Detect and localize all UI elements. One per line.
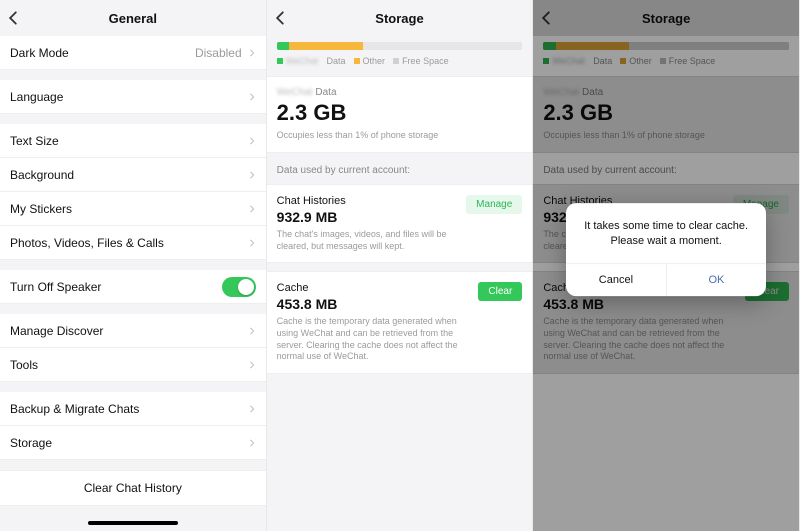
app-name: WeChat	[277, 87, 313, 98]
chevron-right-icon	[248, 49, 256, 57]
label: Text Size	[10, 134, 59, 148]
clear-button[interactable]: Clear	[478, 282, 522, 301]
label: Dark Mode	[10, 46, 69, 60]
segment-free-space	[363, 42, 523, 50]
alert-cancel-button[interactable]: Cancel	[566, 264, 667, 296]
row-manage-discover[interactable]: Manage Discover	[0, 314, 266, 348]
header: General	[0, 0, 266, 36]
chevron-right-icon	[248, 205, 256, 213]
label: My Stickers	[10, 202, 72, 216]
settings-list: Dark Mode Disabled Language Text Size Ba…	[0, 36, 266, 460]
row-turn-off-speaker[interactable]: Turn Off Speaker	[0, 270, 266, 304]
chevron-right-icon	[248, 327, 256, 335]
back-button[interactable]	[273, 0, 287, 36]
storage-screen-with-alert: Storage WeChat Data Other Free Space WeC…	[533, 0, 800, 531]
label: Clear Chat History	[84, 481, 182, 495]
chevron-right-icon	[248, 137, 256, 145]
header: Storage	[267, 0, 533, 36]
total-size: 2.3 GB	[277, 100, 523, 126]
chevron-right-icon	[248, 93, 256, 101]
row-text-size[interactable]: Text Size	[0, 124, 266, 158]
total-usage-card: WeChat Data 2.3 GB Occupies less than 1%…	[267, 76, 533, 153]
row-background[interactable]: Background	[0, 158, 266, 192]
row-storage[interactable]: Storage	[0, 426, 266, 460]
chevron-right-icon	[248, 405, 256, 413]
row-tools[interactable]: Tools	[0, 348, 266, 382]
general-settings-screen: General Dark Mode Disabled Language Text…	[0, 0, 267, 531]
storage-screen: Storage WeChat Data Other Free Space WeC…	[267, 0, 534, 531]
legend-app-name: WeChat	[286, 56, 318, 66]
row-dark-mode[interactable]: Dark Mode Disabled	[0, 36, 266, 70]
clear-chat-history-button[interactable]: Clear Chat History	[0, 470, 266, 506]
total-note: Occupies less than 1% of phone storage	[277, 130, 523, 140]
home-indicator	[88, 521, 178, 525]
label: Tools	[10, 358, 38, 372]
alert-ok-button[interactable]: OK	[667, 264, 767, 296]
legend-free: Free Space	[402, 56, 449, 66]
value: Disabled	[195, 46, 242, 60]
desc: Cache is the temporary data generated wh…	[277, 316, 523, 363]
label: Storage	[10, 436, 52, 450]
chevron-right-icon	[248, 239, 256, 247]
row-my-stickers[interactable]: My Stickers	[0, 192, 266, 226]
label: Turn Off Speaker	[10, 280, 101, 294]
section-label: Data used by current account:	[267, 153, 533, 184]
label: Background	[10, 168, 74, 182]
chevron-right-icon	[248, 361, 256, 369]
clear-cache-alert: It takes some time to clear cache. Pleas…	[566, 203, 766, 297]
row-photos-videos-files-calls[interactable]: Photos, Videos, Files & Calls	[0, 226, 266, 260]
chat-histories-card: Chat Histories 932.9 MB The chat's image…	[267, 184, 533, 263]
alert-message: It takes some time to clear cache. Pleas…	[566, 203, 766, 264]
cache-card: Cache 453.8 MB Cache is the temporary da…	[267, 271, 533, 374]
chevron-right-icon	[248, 439, 256, 447]
legend-other: Other	[363, 56, 386, 66]
back-button[interactable]	[6, 0, 20, 36]
page-title: Storage	[375, 11, 423, 26]
speaker-toggle[interactable]	[222, 277, 256, 297]
segment-other	[289, 42, 363, 50]
storage-usage-bar	[277, 42, 523, 50]
label: Backup & Migrate Chats	[10, 402, 139, 416]
chevron-right-icon	[248, 171, 256, 179]
label: Photos, Videos, Files & Calls	[10, 236, 164, 250]
row-backup-migrate-chats[interactable]: Backup & Migrate Chats	[0, 392, 266, 426]
segment-wechat-data	[277, 42, 289, 50]
manage-button[interactable]: Manage	[466, 195, 522, 214]
label: Language	[10, 90, 63, 104]
desc: The chat's images, videos, and files wil…	[277, 229, 523, 252]
page-title: General	[109, 11, 157, 26]
label: Manage Discover	[10, 324, 103, 338]
legend: WeChat Data Other Free Space	[267, 56, 533, 76]
row-language[interactable]: Language	[0, 80, 266, 114]
